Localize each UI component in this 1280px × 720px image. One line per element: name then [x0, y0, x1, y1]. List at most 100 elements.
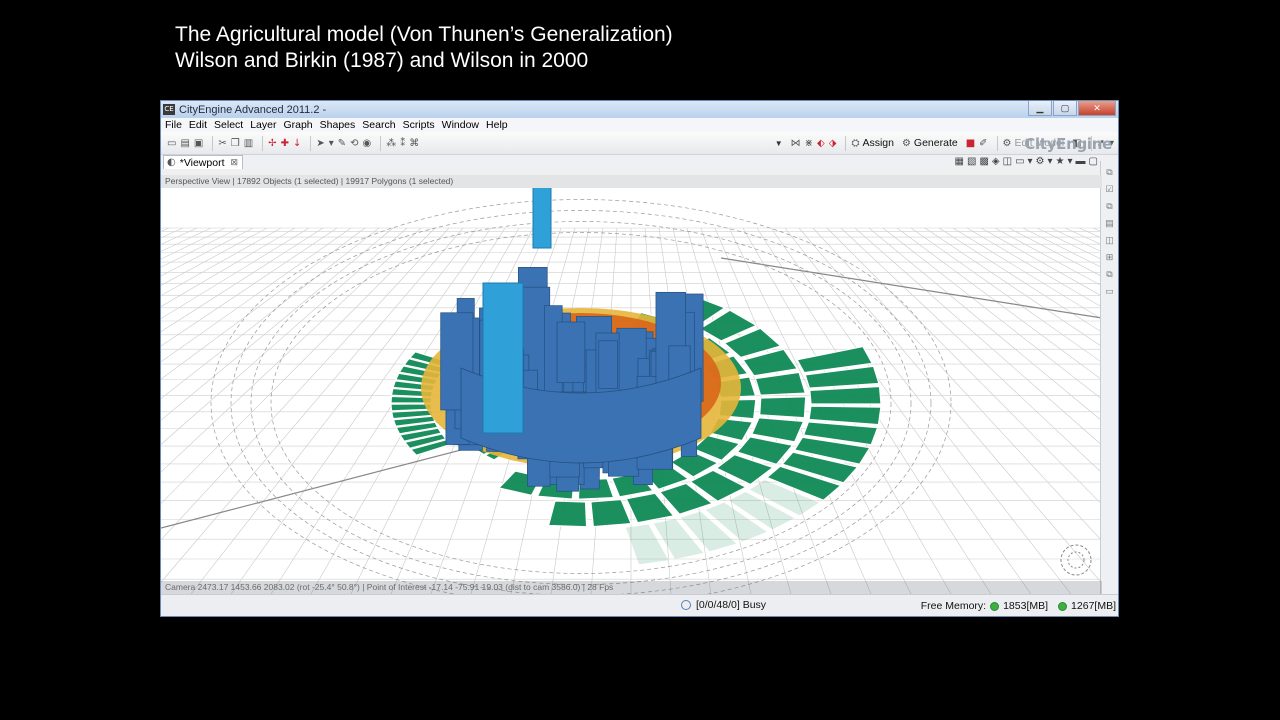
star-icon[interactable]: ★ — [1056, 156, 1065, 167]
memory-ok-icon — [1058, 601, 1068, 611]
select-arrow-icon[interactable]: ➤ — [316, 138, 324, 149]
stop-icon[interactable]: ■ — [966, 138, 975, 149]
new-file-icon[interactable]: ▭ — [167, 138, 176, 149]
maximize-button[interactable]: ▢ — [1053, 101, 1077, 116]
shaded-icon[interactable]: ▩ — [979, 156, 988, 167]
compass-gizmo[interactable] — [1060, 544, 1092, 576]
progress-text: [0/0/48/0] Busy — [696, 599, 767, 611]
menu-scripts[interactable]: Scripts — [401, 119, 440, 131]
wireframe-icon[interactable]: ▦ — [955, 156, 964, 167]
copy-icon[interactable]: ❐ — [231, 138, 240, 149]
cut-icon[interactable]: ✂ — [218, 138, 226, 149]
model-tool-icon[interactable]: ⬗ — [829, 138, 837, 149]
open-folder-icon[interactable]: ▤ — [180, 138, 189, 149]
folder-icon[interactable]: ▭ — [1101, 286, 1118, 297]
tab-viewport[interactable]: ◐ *Viewport ⊠ — [163, 155, 244, 169]
street-tool-icon[interactable]: ⁂ — [386, 138, 396, 149]
tab-viewport-label: *Viewport — [179, 156, 225, 169]
toolbar-separator — [996, 135, 998, 151]
minimize-button[interactable]: ▁ — [1028, 101, 1052, 116]
close-button[interactable]: ✕ — [1078, 101, 1116, 116]
transform-icon[interactable]: ⟲ — [350, 138, 358, 149]
textured-icon[interactable]: ▧ — [967, 156, 976, 167]
shadow-icon[interactable]: ◈ — [992, 156, 1000, 167]
grow-streets-icon[interactable]: ⋈ — [791, 138, 801, 149]
graph-icon[interactable]: ⊞ — [1101, 252, 1118, 263]
document-icon[interactable]: ▤ — [1101, 218, 1118, 229]
panel-restore-icon[interactable]: ⧉ — [1101, 201, 1118, 212]
maximize-view-icon[interactable]: ▢ — [1089, 156, 1098, 167]
progress-status: [0/0/48/0] Busy — [681, 599, 766, 611]
toolbar-separator — [380, 135, 382, 151]
slide-title: The Agricultural model (Von Thunen’s Gen… — [175, 22, 673, 74]
cityengine-brand-logo: CityEngine — [1024, 135, 1112, 153]
chevron-down-icon[interactable]: ▼ — [775, 139, 783, 148]
gear-icon[interactable]: ⚙ — [1036, 156, 1045, 167]
chevron-down-icon[interactable]: ▾ — [329, 138, 334, 149]
free-memory-label: Free Memory: — [920, 600, 987, 612]
bookmark-icon[interactable]: ▭ — [1015, 156, 1024, 167]
city-buildings — [421, 188, 741, 492]
window-controls: ▁ ▢ ✕ — [1028, 101, 1116, 116]
menu-select[interactable]: Select — [212, 119, 248, 131]
chevron-down-icon[interactable]: ▾ — [1028, 156, 1033, 167]
close-icon[interactable]: ⊠ — [230, 157, 238, 168]
memory-value-2: 1267[MB] — [1071, 600, 1116, 612]
street-tool-2-icon[interactable]: ⁑ — [400, 138, 405, 149]
panel-restore-icon[interactable]: ⧉ — [1101, 167, 1118, 178]
minimize-view-icon[interactable]: ▬ — [1076, 156, 1086, 167]
menu-shapes[interactable]: Shapes — [318, 119, 361, 131]
menu-graph[interactable]: Graph — [281, 119, 317, 131]
toolbar-separator — [845, 135, 847, 151]
cleanup-icon[interactable]: ⋇ — [805, 138, 813, 149]
layers-icon[interactable]: ◫ — [1101, 235, 1118, 246]
window-titlebar[interactable]: CE CityEngine Advanced 2011.2 - ▁ ▢ ✕ — [161, 101, 1118, 118]
menu-file[interactable]: File — [163, 119, 187, 131]
menu-bar: File Edit Select Layer Graph Shapes Sear… — [161, 118, 1118, 132]
main-toolbar: ▭ ▤ ▣ ✂ ❐ ▥ ✢ ✚ ↓ ➤ ▾ ✎ ⟲ ◉ ⁂ ⁑ ⌘ ▼ ⋈ ⋇ … — [161, 132, 1118, 155]
camera-info-bar: Camera 2473.17 1453.66 2083.02 (rot -25.… — [161, 581, 1102, 594]
viewport-tab-row: ◐ *Viewport ⊠ ▦ ▧ ▩ ◈ ◫ ▭ ▾ ⚙ ▾ ★ ▾ ▬ ▢ — [161, 155, 1118, 169]
save-icon[interactable]: ▣ — [194, 138, 203, 149]
paint-icon[interactable]: ✐ — [979, 138, 987, 149]
memory-ok-icon — [990, 601, 1000, 611]
edit-model-icon: ⚙ — [1002, 137, 1012, 149]
panel-restore-icon[interactable]: ⧉ — [1101, 269, 1118, 280]
city-scene[interactable] — [161, 188, 1102, 594]
menu-layer[interactable]: Layer — [248, 119, 281, 131]
menu-help[interactable]: Help — [484, 119, 513, 131]
3d-viewport[interactable] — [161, 188, 1102, 594]
brush-icon[interactable]: ◉ — [363, 138, 372, 149]
slide-title-line2: Wilson and Birkin (1987) and Wilson in 2… — [175, 49, 589, 72]
assign-button[interactable]: ⛭ Assign — [851, 137, 894, 149]
street-tool-3-icon[interactable]: ⌘ — [409, 138, 419, 149]
shape-tool-icon[interactable]: ⬖ — [817, 138, 825, 149]
slide-title-line1: The Agricultural model (Von Thunen’s Gen… — [175, 23, 673, 46]
generate-button[interactable]: ⚙ Generate — [902, 137, 958, 149]
viewport-info-bar: Perspective View | 17892 Objects (1 sele… — [161, 175, 1102, 188]
chevron-down-icon[interactable]: ▾ — [1048, 156, 1053, 167]
viewport-toolbar: ▦ ▧ ▩ ◈ ◫ ▭ ▾ ⚙ ▾ ★ ▾ ▬ ▢ — [955, 156, 1098, 167]
pencil-icon[interactable]: ✎ — [338, 138, 346, 149]
move-tool-icon[interactable]: ✢ — [268, 138, 276, 149]
toolbar-separator — [262, 135, 264, 151]
camera-icon[interactable]: ◫ — [1003, 156, 1012, 167]
viewport-icon: ◐ — [167, 157, 176, 168]
memory-status: Free Memory: 1853[MB] 1267[MB] — [921, 600, 1116, 612]
menu-edit[interactable]: Edit — [187, 119, 212, 131]
window-title: CityEngine Advanced 2011.2 - — [179, 103, 327, 116]
spinner-icon — [681, 600, 691, 610]
inspector-icon[interactable]: ☑ — [1101, 184, 1118, 195]
toolbar-separator — [310, 135, 312, 151]
generate-icon: ⚙ — [901, 137, 911, 149]
assign-icon: ⛭ — [851, 137, 860, 149]
add-tool-icon[interactable]: ✚ — [281, 138, 289, 149]
menu-window[interactable]: Window — [440, 119, 484, 131]
cityengine-app-icon: CE — [163, 104, 175, 115]
down-arrow-tool-icon[interactable]: ↓ — [293, 138, 301, 149]
paste-icon[interactable]: ▥ — [244, 138, 253, 149]
status-bar: [0/0/48/0] Busy Free Memory: 1853[MB] 12… — [161, 594, 1118, 616]
chevron-down-icon[interactable]: ▾ — [1068, 156, 1073, 167]
menu-search[interactable]: Search — [360, 119, 400, 131]
memory-value-1: 1853[MB] — [1003, 600, 1049, 612]
